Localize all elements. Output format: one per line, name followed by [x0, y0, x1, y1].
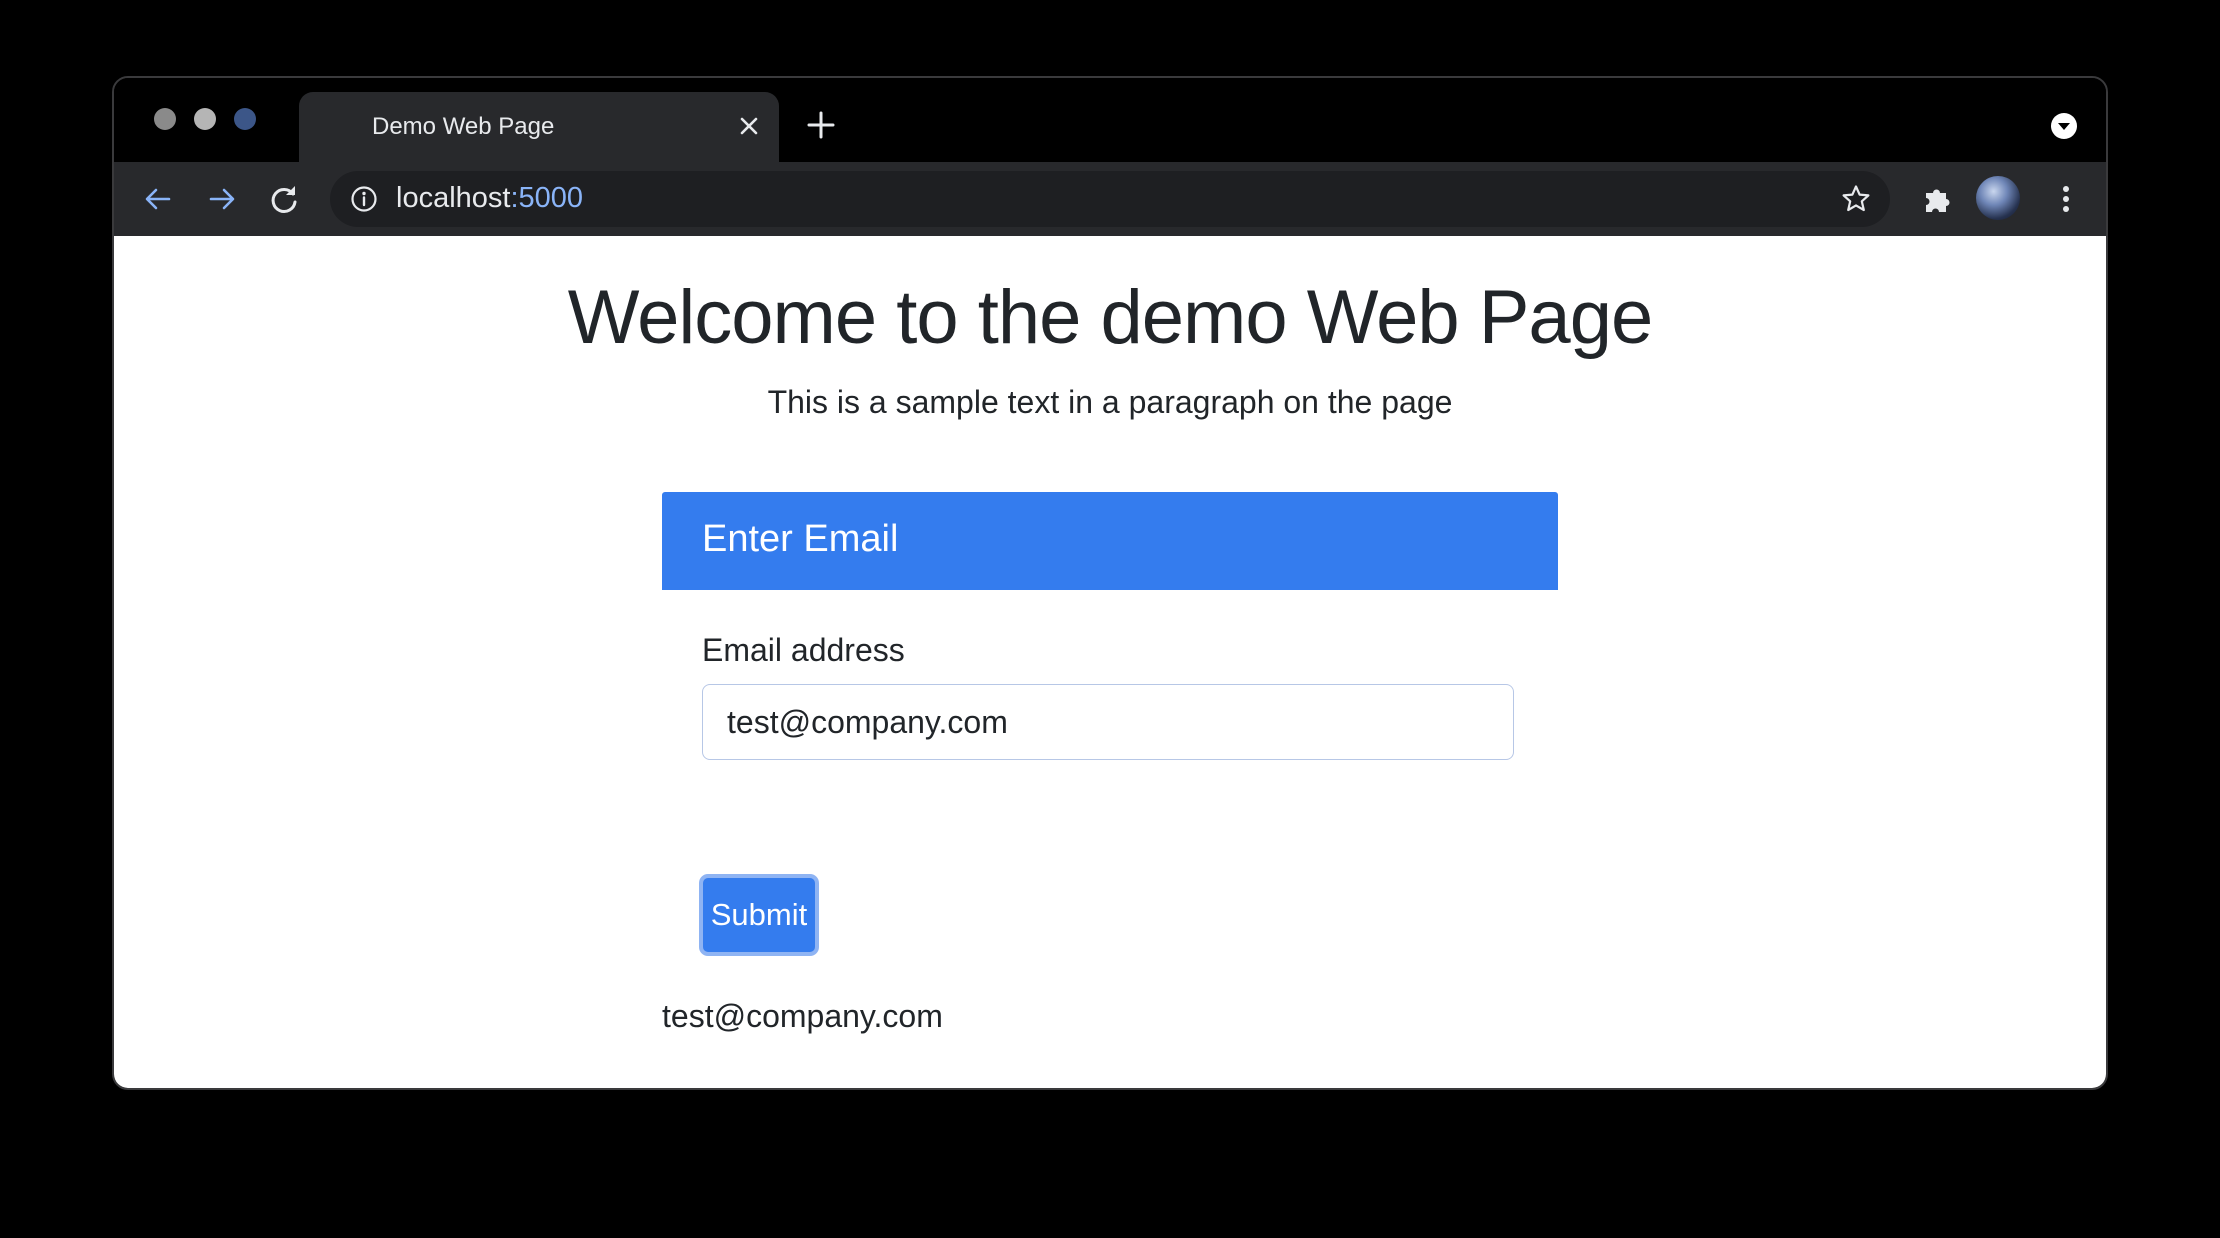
- window-zoom-light[interactable]: [234, 108, 256, 130]
- tab-title: Demo Web Page: [372, 113, 555, 140]
- avatar[interactable]: [1976, 176, 2020, 220]
- browser-window: Demo Web Page localhost:5000 Welcome to …: [112, 76, 2108, 1090]
- arrow-right-icon[interactable]: [204, 181, 240, 217]
- window-minimize-light[interactable]: [194, 108, 216, 130]
- browser-toolbar: localhost:5000: [114, 162, 2106, 236]
- submit-button[interactable]: Submit: [699, 874, 819, 956]
- puzzle-icon[interactable]: [1920, 181, 1956, 217]
- url-host: localhost: [396, 182, 511, 214]
- plus-icon[interactable]: [804, 108, 838, 142]
- info-icon[interactable]: [350, 185, 378, 213]
- card-header-title: Enter Email: [702, 518, 899, 560]
- window-close-light[interactable]: [154, 108, 176, 130]
- url-port: :5000: [510, 182, 584, 214]
- page-paragraph: This is a sample text in a paragraph on …: [767, 384, 1453, 420]
- address-bar[interactable]: localhost:5000: [330, 171, 1890, 227]
- page-title: Welcome to the demo Web Page: [567, 275, 1653, 360]
- star-icon[interactable]: [1840, 183, 1872, 215]
- close-icon[interactable]: [733, 110, 765, 142]
- tab-active[interactable]: Demo Web Page: [299, 92, 779, 162]
- page-content: Welcome to the demo Web Page This is a s…: [114, 236, 2106, 1088]
- url-text: localhost:5000: [396, 182, 583, 215]
- email-field[interactable]: [702, 684, 1514, 760]
- arrow-left-icon[interactable]: [140, 181, 176, 217]
- card-header: Enter Email: [662, 492, 1558, 590]
- tab-strip: Demo Web Page: [114, 78, 2106, 162]
- reload-icon[interactable]: [266, 181, 302, 217]
- submitted-email-text: test@company.com: [662, 998, 943, 1034]
- email-label: Email address: [702, 632, 905, 668]
- kebab-menu-icon[interactable]: [2048, 181, 2084, 217]
- chevron-down-circle-icon[interactable]: [2050, 112, 2078, 140]
